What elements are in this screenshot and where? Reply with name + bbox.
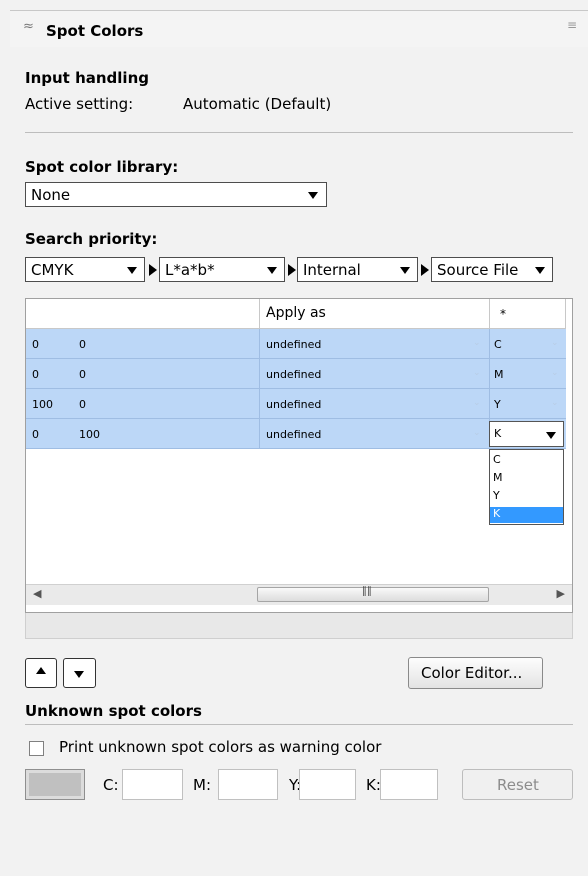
arrow-right-icon [288,264,296,276]
chevron-down-icon: ⌄ [473,338,481,348]
priority-select-2[interactable]: L*a*b* [159,257,285,282]
input-handling-heading: Input handling [25,69,149,87]
table-row[interactable]: 100 0 undefined ⌄ Y ⌄ [26,389,566,419]
arrow-down-icon [74,671,84,678]
value-a: 0 [32,338,39,351]
channel-combobox-value: K [494,427,502,440]
c-input[interactable] [122,769,183,800]
divider [25,724,573,725]
channel-cell[interactable]: C [494,338,502,351]
warning-color-checkbox-label[interactable]: Print unknown spot colors as warning col… [59,738,381,756]
scroll-thumb[interactable]: ∥∥ [257,586,489,602]
channel-combobox[interactable]: K [489,421,564,447]
panel-menu-icon[interactable]: ≡ [567,18,577,32]
value-b: 0 [79,368,86,381]
spot-library-select[interactable]: None [25,182,327,207]
chevron-down-icon [127,267,137,274]
k-input[interactable] [380,769,438,800]
grip-icon: ∥∥ [362,586,372,597]
priority-select-3[interactable]: Internal [297,257,418,282]
chevron-down-icon: ⌄ [473,368,481,378]
chevron-down-icon [308,192,318,199]
value-a: 100 [32,398,53,411]
priority-value-3: Internal [303,261,361,279]
reset-button[interactable]: Reset [462,769,573,800]
dropdown-option[interactable]: M [490,471,563,485]
y-input[interactable] [299,769,356,800]
table-row[interactable]: 0 100 undefined ⌄ [26,419,566,449]
active-setting-value: Automatic (Default) [183,95,332,113]
scroll-right-icon[interactable]: ▶ [557,587,565,600]
unknown-spot-colors-heading: Unknown spot colors [25,702,202,720]
spot-color-table[interactable]: Apply as * 0 0 undefined ⌄ C ⌄ 0 0 undef… [25,298,573,613]
c-label: C: [103,776,119,794]
warning-color-swatch[interactable] [25,769,85,800]
table-row[interactable]: 0 0 undefined ⌄ C ⌄ [26,329,566,359]
value-a: 0 [32,368,39,381]
value-b: 0 [79,398,86,411]
m-label: M: [193,776,211,794]
spot-library-value: None [31,186,71,204]
chevron-down-icon: ⌄ [551,398,559,408]
priority-select-1[interactable]: CMYK [25,257,145,282]
value-a: 0 [32,428,39,441]
collapse-chevron-icon[interactable]: ≈ [23,19,34,34]
apply-as-cell[interactable]: undefined [266,398,321,411]
value-b: 100 [79,428,100,441]
spot-library-label: Spot color library: [25,158,179,176]
dropdown-option[interactable]: C [490,453,563,467]
apply-as-cell[interactable]: undefined [266,428,321,441]
move-down-button[interactable] [63,658,96,688]
chevron-down-icon: ⌄ [473,398,481,408]
panel-title: Spot Colors [46,22,144,40]
priority-value-4: Source File [437,261,519,279]
chevron-down-icon: ⌄ [551,338,559,348]
m-input[interactable] [218,769,278,800]
column-header-values[interactable] [26,299,260,329]
chevron-down-icon [400,267,410,274]
k-label: K: [366,776,381,794]
color-editor-button[interactable]: Color Editor... [408,657,543,689]
apply-as-cell[interactable]: undefined [266,338,321,351]
column-header-channel[interactable]: * [490,299,566,329]
priority-value-1: CMYK [31,261,74,279]
column-header-apply-as[interactable]: Apply as [260,299,490,329]
channel-cell[interactable]: Y [494,398,501,411]
chevron-down-icon: ⌄ [551,368,559,378]
dropdown-option-selected[interactable]: K [490,507,563,523]
chevron-down-icon: ⌄ [473,428,481,438]
horizontal-scrollbar[interactable]: ◀ ∥∥ ▶ [26,584,572,605]
arrow-up-icon [36,667,46,674]
chevron-down-icon [546,432,556,439]
table-footer [25,613,573,639]
priority-value-2: L*a*b* [165,261,215,279]
dropdown-option[interactable]: Y [490,489,563,503]
apply-as-cell[interactable]: undefined [266,368,321,381]
table-row[interactable]: 0 0 undefined ⌄ M ⌄ [26,359,566,389]
value-b: 0 [79,338,86,351]
channel-dropdown-list[interactable]: C M Y K [489,449,564,525]
divider [25,132,573,133]
search-priority-label: Search priority: [25,230,158,248]
chevron-down-icon [267,267,277,274]
warning-color-checkbox[interactable] [29,741,44,756]
move-up-button[interactable] [25,658,57,688]
priority-select-4[interactable]: Source File [431,257,553,282]
chevron-down-icon [535,267,545,274]
channel-cell[interactable]: M [494,368,504,381]
arrow-right-icon [149,264,157,276]
arrow-right-icon [421,264,429,276]
scroll-left-icon[interactable]: ◀ [33,587,41,600]
active-setting-label: Active setting: [25,95,134,113]
